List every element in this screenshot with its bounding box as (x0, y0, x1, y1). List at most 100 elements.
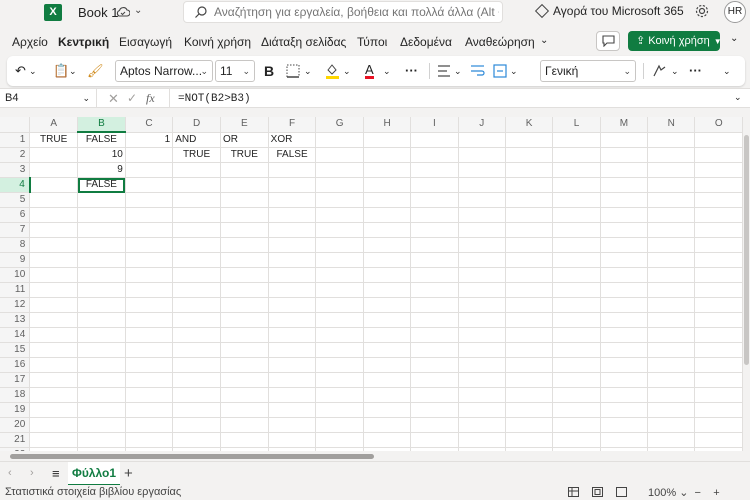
cell-e1[interactable]: OR (220, 132, 269, 148)
cell-f3[interactable] (268, 162, 317, 178)
cell-l4[interactable] (552, 177, 601, 193)
cell-f5[interactable] (268, 192, 317, 208)
column-header-g[interactable]: G (315, 117, 364, 133)
column-header-e[interactable]: E (220, 117, 269, 133)
cell-i13[interactable] (410, 312, 459, 328)
column-header-j[interactable]: J (458, 117, 506, 133)
cell-a16[interactable] (29, 357, 79, 373)
cell-g2[interactable] (315, 147, 364, 163)
cell-i19[interactable] (410, 402, 459, 418)
cell-f15[interactable] (268, 342, 317, 358)
cell-k12[interactable] (505, 297, 554, 313)
cell-k5[interactable] (505, 192, 554, 208)
horizontal-scrollbar[interactable] (0, 452, 750, 460)
column-header-k[interactable]: K (505, 117, 554, 133)
cell-d4[interactable] (172, 177, 221, 193)
cell-j18[interactable] (458, 387, 506, 403)
cell-c11[interactable] (125, 282, 174, 298)
cell-j2[interactable] (458, 147, 506, 163)
cell-l9[interactable] (552, 252, 601, 268)
row-header-9[interactable]: 9 (0, 252, 31, 268)
cell-a20[interactable] (29, 417, 79, 433)
cell-g22[interactable] (315, 447, 364, 451)
cell-m17[interactable] (600, 372, 649, 388)
cell-j21[interactable] (458, 432, 506, 448)
row-header-22[interactable]: 22 (0, 447, 31, 451)
cell-k20[interactable] (505, 417, 554, 433)
column-header-m[interactable]: M (600, 117, 649, 133)
cell-h3[interactable] (363, 162, 412, 178)
cell-c12[interactable] (125, 297, 174, 313)
row-header-18[interactable]: 18 (0, 387, 31, 403)
cell-a14[interactable] (29, 327, 79, 343)
cell-d18[interactable] (172, 387, 221, 403)
cell-m3[interactable] (600, 162, 649, 178)
cell-f22[interactable] (268, 447, 317, 451)
row-header-12[interactable]: 12 (0, 297, 31, 313)
cell-h18[interactable] (363, 387, 412, 403)
font-color-button[interactable]: A (365, 63, 374, 79)
cell-f17[interactable] (268, 372, 317, 388)
cell-g14[interactable] (315, 327, 364, 343)
cell-i4[interactable] (410, 177, 459, 193)
cell-n3[interactable] (647, 162, 696, 178)
cell-d15[interactable] (172, 342, 221, 358)
menu-insert[interactable]: Εισαγωγή (119, 35, 172, 49)
row-header-3[interactable]: 3 (0, 162, 31, 178)
cell-e11[interactable] (220, 282, 269, 298)
cell-c5[interactable] (125, 192, 174, 208)
cell-b16[interactable] (77, 357, 126, 373)
cell-e15[interactable] (220, 342, 269, 358)
cell-k7[interactable] (505, 222, 554, 238)
cell-c10[interactable] (125, 267, 174, 283)
cell-e13[interactable] (220, 312, 269, 328)
name-box[interactable]: B4 ⌄ (0, 89, 97, 108)
cell-m4[interactable] (600, 177, 649, 193)
cell-h19[interactable] (363, 402, 412, 418)
undo-icon[interactable]: ↶ (15, 63, 26, 79)
cell-n16[interactable] (647, 357, 696, 373)
row-header-2[interactable]: 2 (0, 147, 31, 163)
column-header-d[interactable]: D (172, 117, 221, 133)
cell-d3[interactable] (172, 162, 221, 178)
column-header-h[interactable]: H (363, 117, 412, 133)
cell-k2[interactable] (505, 147, 554, 163)
cell-l18[interactable] (552, 387, 601, 403)
cell-n18[interactable] (647, 387, 696, 403)
cell-l3[interactable] (552, 162, 601, 178)
cell-g5[interactable] (315, 192, 364, 208)
cell-k21[interactable] (505, 432, 554, 448)
formula-input[interactable] (178, 91, 718, 106)
cell-o7[interactable] (694, 222, 743, 238)
row-header-1[interactable]: 1 (0, 132, 31, 148)
cell-m15[interactable] (600, 342, 649, 358)
cell-j20[interactable] (458, 417, 506, 433)
cell-f6[interactable] (268, 207, 317, 223)
cell-e17[interactable] (220, 372, 269, 388)
cell-e16[interactable] (220, 357, 269, 373)
cell-d12[interactable] (172, 297, 221, 313)
cell-h14[interactable] (363, 327, 412, 343)
cell-n12[interactable] (647, 297, 696, 313)
cell-d20[interactable] (172, 417, 221, 433)
cell-n7[interactable] (647, 222, 696, 238)
wrap-text-icon[interactable] (470, 64, 485, 78)
chevron-down-icon[interactable]: ⌄ (723, 63, 731, 79)
cell-a1[interactable]: TRUE (29, 132, 79, 148)
cell-n2[interactable] (647, 147, 696, 163)
chevron-down-icon[interactable]: ⌄ (540, 35, 548, 46)
cell-a21[interactable] (29, 432, 79, 448)
borders-icon[interactable] (286, 64, 300, 78)
cell-e12[interactable] (220, 297, 269, 313)
cell-d5[interactable] (172, 192, 221, 208)
cell-a18[interactable] (29, 387, 79, 403)
cell-e19[interactable] (220, 402, 269, 418)
cancel-icon[interactable]: ✕ (108, 91, 119, 107)
cell-c15[interactable] (125, 342, 174, 358)
cell-o4[interactable] (694, 177, 743, 193)
menu-home[interactable]: Κεντρική (58, 35, 109, 49)
menu-data[interactable]: Δεδομένα (400, 35, 452, 49)
cell-o8[interactable] (694, 237, 743, 253)
cell-e7[interactable] (220, 222, 269, 238)
cell-j12[interactable] (458, 297, 506, 313)
